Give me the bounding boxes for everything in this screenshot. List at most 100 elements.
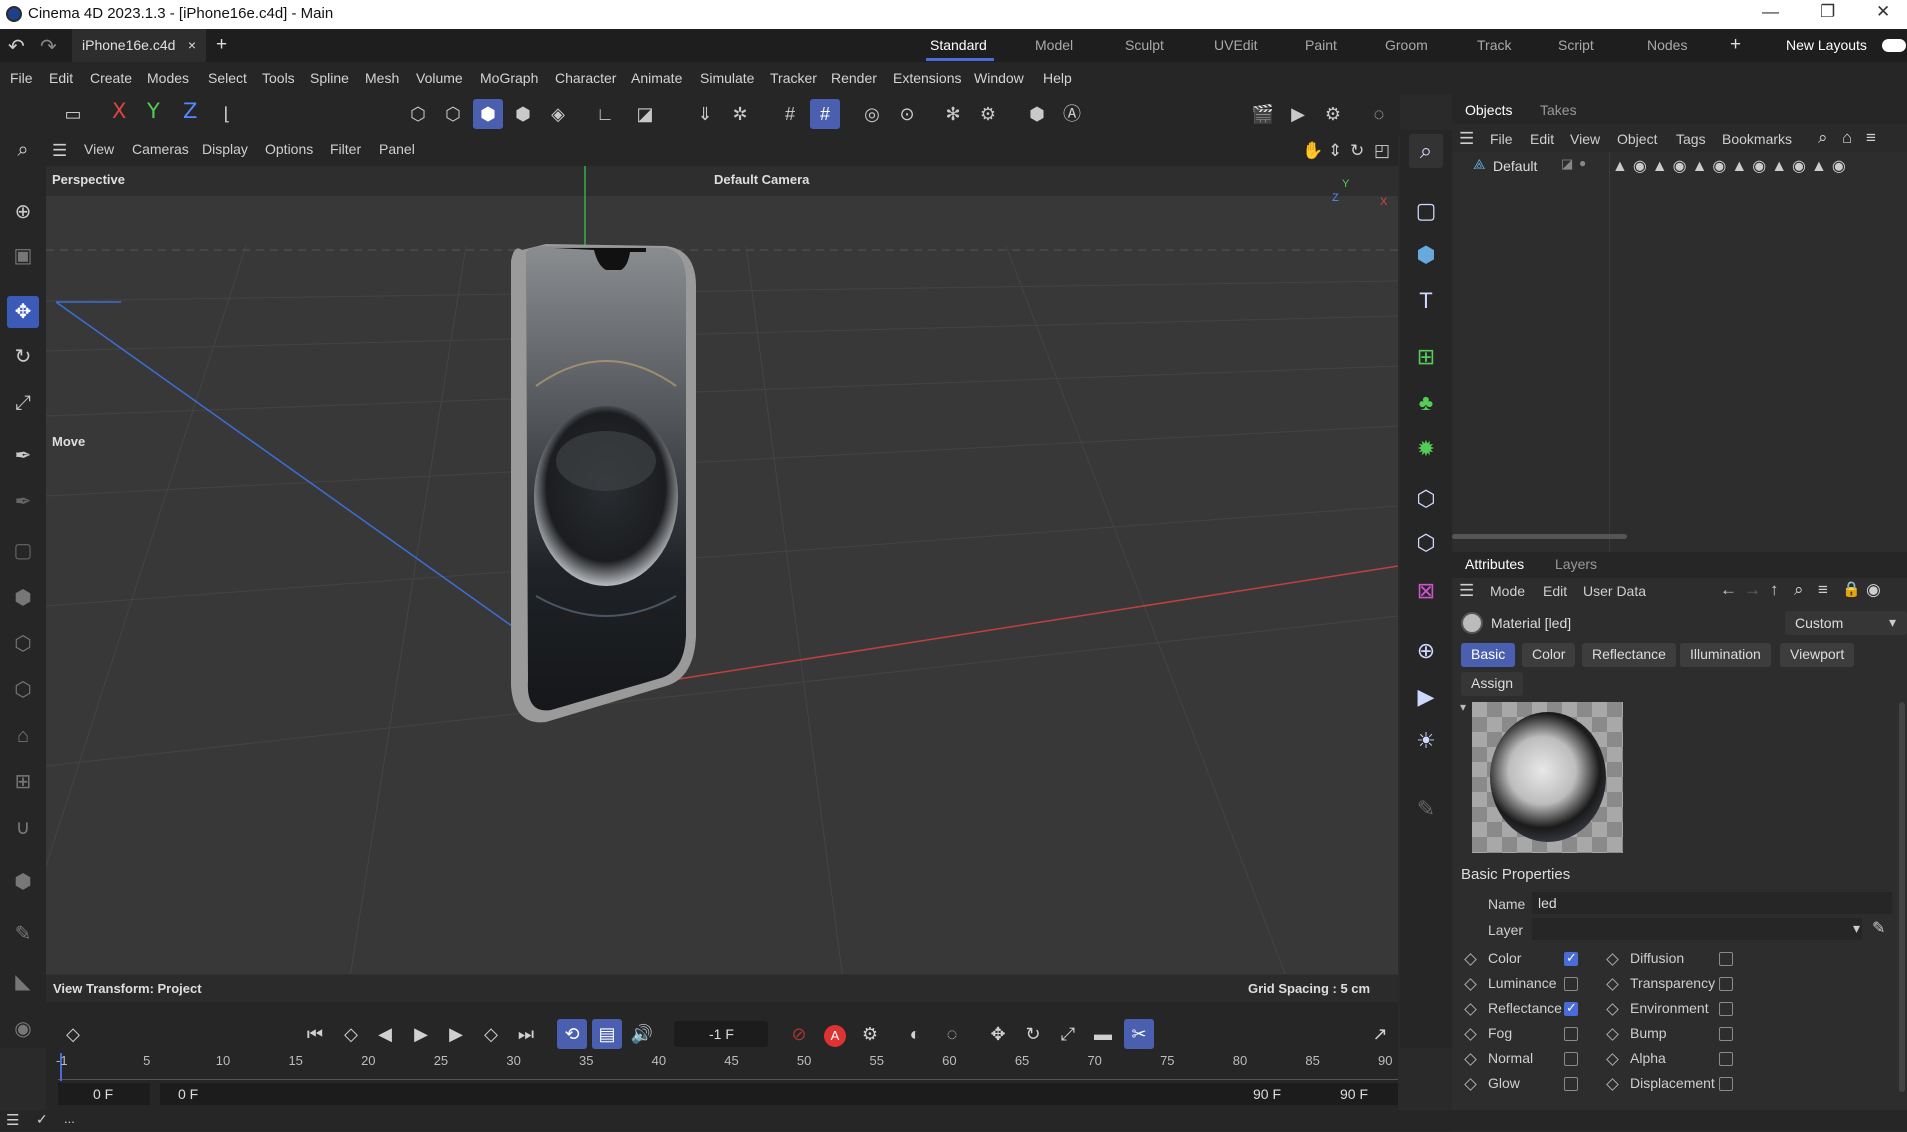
channel-tab-color[interactable]: Color bbox=[1522, 643, 1576, 667]
menu-modes[interactable]: Modes bbox=[147, 70, 189, 86]
timeline-graph-icon[interactable]: ↗ bbox=[1365, 1019, 1395, 1049]
live-selection-icon[interactable]: ⊕ bbox=[7, 196, 39, 228]
name-field[interactable]: led bbox=[1532, 892, 1892, 914]
layout-standard[interactable]: Standard bbox=[930, 37, 987, 53]
key-rotation-icon[interactable]: ↻ bbox=[1018, 1019, 1048, 1049]
sound-icon[interactable]: 🔊 bbox=[627, 1019, 657, 1049]
camera-object-icon[interactable]: ▶ bbox=[1409, 680, 1443, 714]
spline-pen-icon[interactable]: ⌕ bbox=[1409, 134, 1443, 168]
document-tab[interactable]: iPhone16e.c4d × bbox=[72, 29, 206, 62]
objects-hamburger-icon[interactable]: ☰ bbox=[1459, 129, 1474, 149]
object-row-default[interactable]: ⟁ Default ◪ ● bbox=[1455, 154, 1610, 176]
objects-search-icon[interactable]: ⌕ bbox=[1818, 128, 1828, 148]
symmetry-settings-icon[interactable]: ⊙ bbox=[892, 99, 922, 129]
coordinate-system-icon[interactable]: ⌊ bbox=[212, 99, 242, 129]
menu-select[interactable]: Select bbox=[208, 70, 247, 86]
x-axis-lock-button[interactable]: X bbox=[112, 99, 126, 123]
box-selection-icon[interactable]: ▣ bbox=[7, 240, 39, 272]
field-icon[interactable]: ⬡ bbox=[1409, 482, 1443, 516]
timeline-ruler[interactable] bbox=[58, 1072, 1398, 1080]
camera-icon[interactable]: ◉ bbox=[7, 1013, 39, 1045]
playback-rate-icon[interactable]: ▤ bbox=[592, 1019, 622, 1049]
checkbox-normal[interactable] bbox=[1564, 1052, 1578, 1066]
extrude-icon[interactable]: ⊞ bbox=[7, 766, 39, 798]
brush-icon[interactable]: ✎ bbox=[7, 918, 39, 950]
viewport[interactable]: Perspective Default Camera Move Y Z X bbox=[46, 166, 1398, 1002]
play-icon[interactable]: ▶ bbox=[406, 1019, 436, 1049]
pin-icon[interactable]: ◉ bbox=[1866, 580, 1881, 600]
keyframe-icon[interactable]: ◇ bbox=[58, 1019, 88, 1049]
menu-animate[interactable]: Animate bbox=[631, 70, 682, 86]
layout-model[interactable]: Model bbox=[1035, 37, 1073, 53]
layout-groom[interactable]: Groom bbox=[1385, 37, 1428, 53]
tab-takes[interactable]: Takes bbox=[1540, 102, 1577, 118]
tab-objects[interactable]: Objects bbox=[1465, 102, 1512, 118]
checkbox-transparency[interactable] bbox=[1719, 977, 1733, 991]
menu-simulate[interactable]: Simulate bbox=[700, 70, 754, 86]
layer-picker-icon[interactable]: ✎ bbox=[1872, 918, 1885, 938]
generator-icon[interactable]: ⊞ bbox=[1409, 340, 1443, 374]
range-end-field[interactable]: 90 F bbox=[1310, 1083, 1398, 1105]
points-mode-icon[interactable]: ⬡ bbox=[403, 99, 433, 129]
dolly-icon[interactable]: ⇕ bbox=[1328, 141, 1342, 161]
back-arrow-icon[interactable]: ← bbox=[1720, 580, 1737, 600]
pan-icon[interactable]: ✋ bbox=[1302, 141, 1323, 161]
attributes-filter-icon[interactable]: ≡ bbox=[1818, 580, 1828, 600]
checkbox-luminance[interactable] bbox=[1564, 977, 1578, 991]
layout-sculpt[interactable]: Sculpt bbox=[1125, 37, 1164, 53]
checkbox-alpha[interactable] bbox=[1719, 1052, 1733, 1066]
objects-menu-edit[interactable]: Edit bbox=[1530, 131, 1554, 147]
menu-render[interactable]: Render bbox=[831, 70, 877, 86]
checkbox-diffusion[interactable] bbox=[1719, 952, 1733, 966]
plane-icon[interactable]: ▢ bbox=[1409, 194, 1443, 228]
channel-tab-basic[interactable]: Basic bbox=[1461, 643, 1516, 667]
edges-mode-icon[interactable]: ⬡ bbox=[438, 99, 468, 129]
layout-nodes[interactable]: Nodes bbox=[1647, 37, 1687, 53]
objects-filter-icon[interactable]: ≡ bbox=[1866, 128, 1876, 148]
current-frame-field[interactable]: -1 F bbox=[674, 1021, 768, 1047]
menu-help[interactable]: Help bbox=[1043, 70, 1072, 86]
move-tool-icon[interactable]: ✥ bbox=[7, 296, 39, 328]
render-icon[interactable]: ▶ bbox=[1283, 99, 1313, 129]
channel-tab-illumination[interactable]: Illumination bbox=[1680, 643, 1771, 667]
cube-object-icon[interactable]: ⬢ bbox=[1409, 238, 1443, 272]
menu-tools[interactable]: Tools bbox=[262, 70, 295, 86]
key-param-icon[interactable]: ▬ bbox=[1088, 1019, 1118, 1049]
text-icon[interactable]: T bbox=[1409, 284, 1443, 318]
viewport-menu-display[interactable]: Display bbox=[202, 141, 248, 157]
tab-attributes[interactable]: Attributes bbox=[1465, 556, 1524, 572]
checkbox-displacement[interactable] bbox=[1719, 1077, 1733, 1091]
restore-icon[interactable]: ❐ bbox=[1820, 2, 1835, 22]
status-menu-icon[interactable]: ☰ bbox=[6, 1111, 19, 1129]
mesh-icon[interactable]: ⬡ bbox=[7, 674, 39, 706]
objects-menu-tags[interactable]: Tags bbox=[1676, 131, 1706, 147]
checkbox-bump[interactable] bbox=[1719, 1027, 1733, 1041]
key-pla-icon[interactable]: ✂ bbox=[1124, 1019, 1154, 1049]
layer-field[interactable] bbox=[1532, 918, 1862, 940]
layer-dropdown-icon[interactable]: ▾ bbox=[1853, 920, 1860, 937]
lock-icon[interactable]: 🔒 bbox=[1842, 580, 1861, 598]
menu-tracker[interactable]: Tracker bbox=[770, 70, 817, 86]
key-scale-icon[interactable]: ⤢ bbox=[1053, 1019, 1083, 1049]
axis-mode-icon[interactable]: ∟ bbox=[590, 99, 620, 129]
add-tab-icon[interactable]: + bbox=[216, 34, 227, 56]
menu-edit[interactable]: Edit bbox=[49, 70, 73, 86]
render-settings-icon[interactable]: ⚙ bbox=[1318, 99, 1348, 129]
sketch-tool-icon[interactable]: ✒ bbox=[7, 486, 39, 518]
menu-character[interactable]: Character bbox=[555, 70, 616, 86]
model-mode-icon[interactable]: ⬢ bbox=[508, 99, 538, 129]
viewport-menu-panel[interactable]: Panel bbox=[379, 141, 415, 157]
range-slider[interactable]: 0 F 90 F bbox=[160, 1083, 1310, 1105]
viewport-menu-filter[interactable]: Filter bbox=[330, 141, 361, 157]
viewport-menu-view[interactable]: View bbox=[84, 141, 114, 157]
key-mode-icon[interactable]: ◐ bbox=[900, 1019, 930, 1049]
menu-window[interactable]: Window bbox=[974, 70, 1024, 86]
key-settings-icon[interactable]: ⚙ bbox=[855, 1019, 885, 1049]
scale-tool-icon[interactable]: ⤢ bbox=[7, 387, 39, 419]
viewport-menu-options[interactable]: Options bbox=[265, 141, 313, 157]
symmetry-icon[interactable]: ◎ bbox=[857, 99, 887, 129]
menu-mograph[interactable]: MoGraph bbox=[480, 70, 538, 86]
key-options-icon[interactable]: ◌ bbox=[937, 1019, 967, 1049]
render-view-icon[interactable]: 🎬 bbox=[1248, 99, 1278, 129]
objects-home-icon[interactable]: ⌂ bbox=[1842, 128, 1852, 148]
